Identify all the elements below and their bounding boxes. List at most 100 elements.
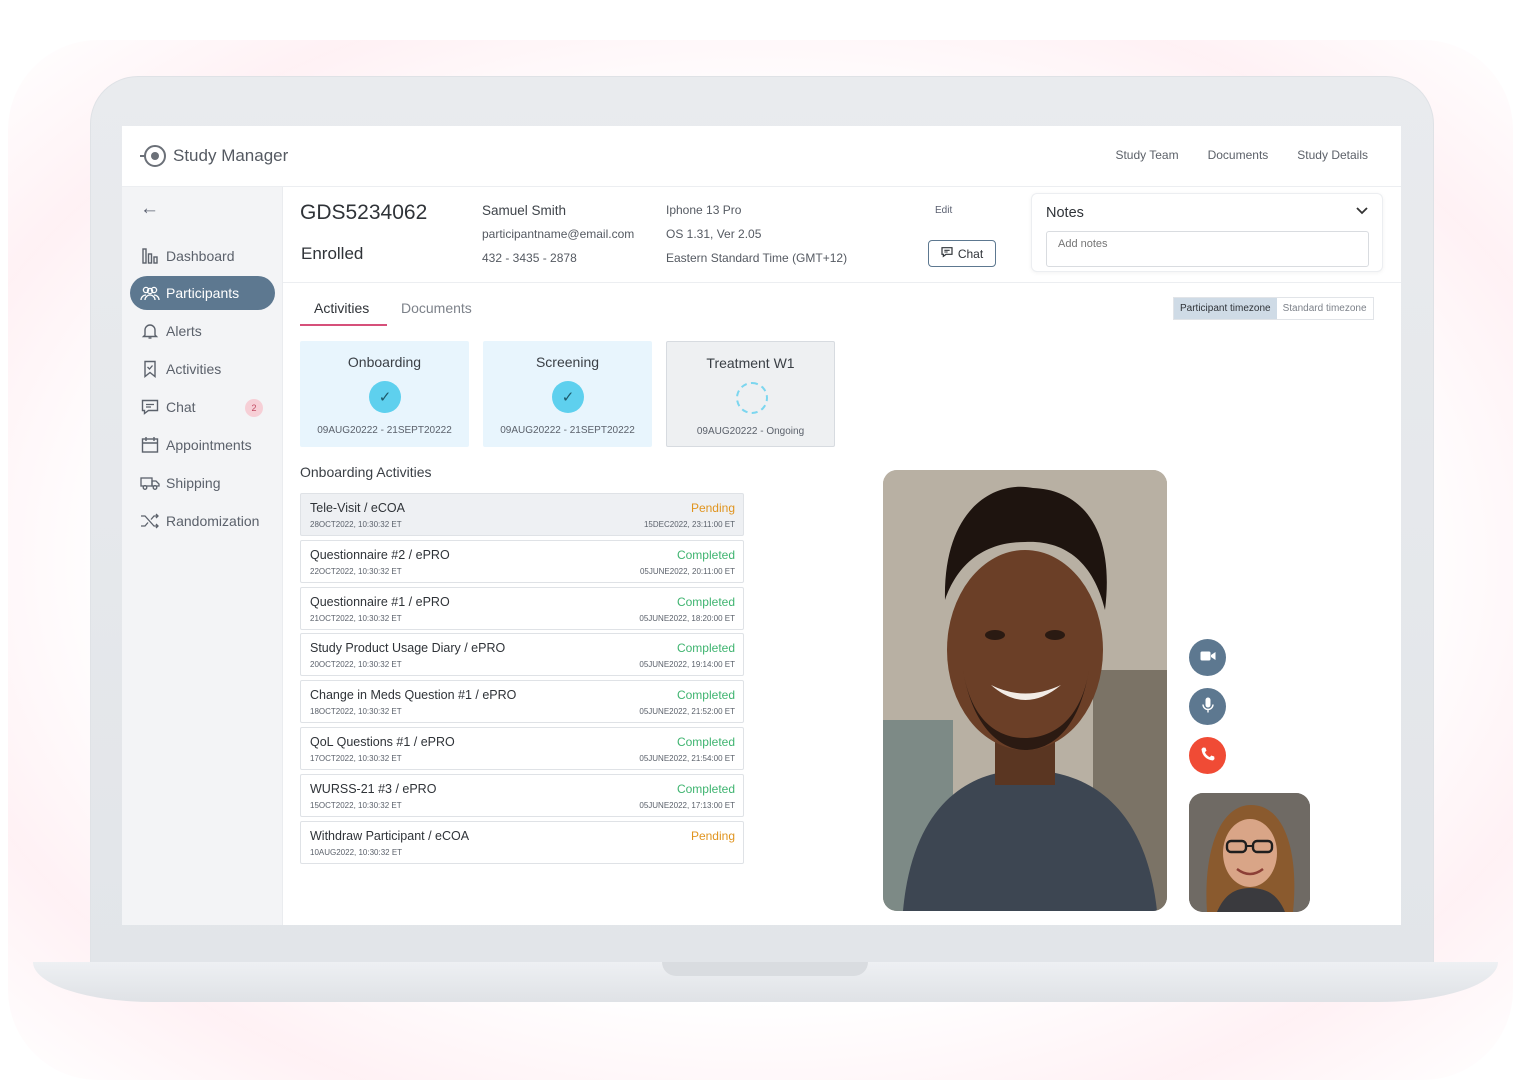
status-badge: Completed [676, 781, 735, 796]
toggle-camera-button[interactable] [1189, 639, 1226, 676]
standard-timezone-option[interactable]: Standard timezone [1277, 298, 1373, 319]
activity-name: Questionnaire #2 / ePRO [310, 547, 450, 562]
activity-end-date: 05JUNE2022, 18:20:00 ET [639, 613, 735, 623]
activity-date: 20OCT2022, 10:30:32 ET [310, 660, 402, 670]
sidebar-item-shipping[interactable]: Shipping [130, 466, 275, 500]
activity-name: Tele-Visit / eCOA [310, 501, 405, 515]
list-item[interactable]: Questionnaire #2 / ePRO 22OCT2022, 10:30… [300, 539, 744, 583]
activity-end-date: 05JUNE2022, 19:14:00 ET [639, 660, 735, 670]
notes-input[interactable] [1046, 231, 1369, 267]
list-item[interactable]: Change in Meds Question #1 / ePRO 18OCT2… [300, 680, 744, 724]
stage-dates: 09AUG20222 - 21SEPT20222 [317, 425, 452, 436]
sidebar-item-chat[interactable]: Chat 2 [130, 390, 275, 424]
app-screen: Study Manager Study Team Documents Study… [122, 126, 1401, 925]
tab-documents[interactable]: Documents [401, 300, 472, 316]
activity-date: 28OCT2022, 10:30:32 ET [310, 520, 402, 529]
sidebar-item-dashboard[interactable]: Dashboard [130, 239, 275, 273]
activity-date: 22OCT2022, 10:30:32 ET [310, 566, 402, 576]
shuffle-icon [140, 513, 160, 529]
list-item[interactable]: Tele-Visit / eCOA 28OCT2022, 10:30:32 ET… [300, 493, 744, 536]
self-video-preview [1189, 793, 1310, 912]
chat-icon [941, 246, 953, 261]
remote-participant-portrait [883, 470, 1167, 911]
participant-contact: Samuel Smith participantname@email.com 4… [482, 203, 634, 275]
nav-documents[interactable]: Documents [1208, 148, 1269, 162]
brand[interactable]: Study Manager [140, 145, 289, 167]
remote-participant-video [883, 470, 1167, 911]
top-nav: Study Team Documents Study Details [1115, 148, 1368, 162]
sidebar-item-appointments[interactable]: Appointments [130, 428, 275, 462]
edit-link[interactable]: Edit [935, 205, 952, 216]
status-badge: Pending [690, 501, 735, 515]
active-tab-indicator [300, 324, 387, 326]
checkmark-icon: ✓ [369, 381, 401, 413]
chat-unread-badge: 2 [245, 399, 263, 417]
list-item[interactable]: Study Product Usage Diary / ePRO 20OCT20… [300, 633, 744, 677]
back-arrow-icon[interactable]: ← [140, 198, 159, 220]
sidebar-item-participants[interactable]: Participants [130, 276, 275, 310]
participant-timezone: Eastern Standard Time (GMT+12) [666, 251, 848, 265]
activity-end-date: 05JUNE2022, 17:13:00 ET [639, 800, 735, 810]
stage-card-onboarding[interactable]: Onboarding ✓ 09AUG20222 - 21SEPT20222 [300, 341, 469, 447]
sidebar-item-label: Randomization [166, 513, 260, 529]
participant-status: Enrolled [301, 244, 364, 263]
bell-icon [140, 322, 160, 340]
checkmark-icon: ✓ [552, 381, 584, 413]
chevron-down-icon[interactable] [1356, 204, 1368, 218]
study-manager-logo-icon [140, 145, 166, 167]
calendar-icon [140, 436, 160, 454]
list-item[interactable]: WURSS-21 #3 / ePRO 15OCT2022, 10:30:32 E… [300, 773, 744, 817]
laptop-notch [662, 962, 868, 976]
participant-os: OS 1.31, Ver 2.05 [666, 227, 762, 241]
sidebar-item-label: Alerts [166, 323, 202, 339]
status-badge: Completed [676, 594, 735, 609]
nav-study-details[interactable]: Study Details [1297, 148, 1368, 162]
timezone-toggle: Participant timezone Standard timezone [1173, 297, 1374, 320]
header-divider [283, 282, 1401, 283]
participant-device-info: Iphone 13 Pro OS 1.31, Ver 2.05 Eastern … [666, 203, 847, 275]
stage-card-screening[interactable]: Screening ✓ 09AUG20222 - 21SEPT20222 [483, 341, 652, 447]
participant-timezone-option[interactable]: Participant timezone [1174, 298, 1277, 319]
tab-activities[interactable]: Activities [314, 300, 369, 316]
stage-title: Treatment W1 [706, 355, 795, 371]
ongoing-spinner-icon [736, 382, 768, 414]
sidebar-item-label: Dashboard [166, 248, 235, 264]
list-item[interactable]: QoL Questions #1 / ePRO 17OCT2022, 10:30… [300, 726, 744, 770]
activity-name: Questionnaire #1 / ePRO [310, 594, 450, 609]
activity-end-date: 05JUNE2022, 21:52:00 ET [639, 707, 735, 717]
sidebar-item-activities[interactable]: Activities [130, 352, 275, 386]
sidebar-item-label: Appointments [166, 437, 252, 453]
activity-date: 10AUG2022, 10:30:32 ET [310, 847, 403, 857]
activity-end-date: 05JUNE2022, 20:11:00 ET [639, 566, 735, 576]
activity-name: Withdraw Participant / eCOA [310, 828, 470, 843]
stage-card-treatment-w1[interactable]: Treatment W1 09AUG20222 - Ongoing [666, 341, 835, 447]
participant-phone: 432 - 3435 - 2878 [482, 251, 577, 265]
sidebar-item-label: Shipping [166, 475, 221, 491]
app-title: Study Manager [173, 146, 289, 165]
end-call-button[interactable] [1189, 737, 1226, 774]
users-icon [140, 285, 160, 301]
bookmark-icon [140, 360, 160, 378]
list-item[interactable]: Questionnaire #1 / ePRO 21OCT2022, 10:30… [300, 586, 744, 630]
sidebar-item-randomization[interactable]: Randomization [130, 504, 275, 538]
video-camera-icon [1200, 649, 1216, 666]
toggle-microphone-button[interactable] [1189, 688, 1226, 725]
activity-end-date: 05JUNE2022, 21:54:00 ET [639, 753, 735, 763]
list-item[interactable]: Withdraw Participant / eCOA 10AUG2022, 1… [300, 820, 744, 864]
self-portrait [1189, 793, 1310, 912]
stage-dates: 09AUG20222 - 21SEPT20222 [500, 425, 635, 436]
status-badge: Completed [676, 734, 735, 749]
activity-date: 17OCT2022, 10:30:32 ET [310, 753, 402, 763]
chat-button[interactable]: Chat [928, 240, 996, 267]
status-badge: Pending [690, 828, 735, 843]
sidebar-item-alerts[interactable]: Alerts [130, 314, 275, 348]
participant-email: participantname@email.com [482, 227, 635, 241]
notes-title: Notes [1046, 205, 1084, 221]
nav-study-team[interactable]: Study Team [1115, 148, 1178, 162]
participant-name: Samuel Smith [482, 203, 567, 218]
status-badge: Completed [676, 688, 735, 703]
truck-icon [140, 475, 160, 491]
sidebar: ← Dashboard Participants Alerts Activiti… [122, 187, 283, 925]
activity-date: 15OCT2022, 10:30:32 ET [310, 800, 402, 810]
status-badge: Completed [676, 641, 735, 656]
